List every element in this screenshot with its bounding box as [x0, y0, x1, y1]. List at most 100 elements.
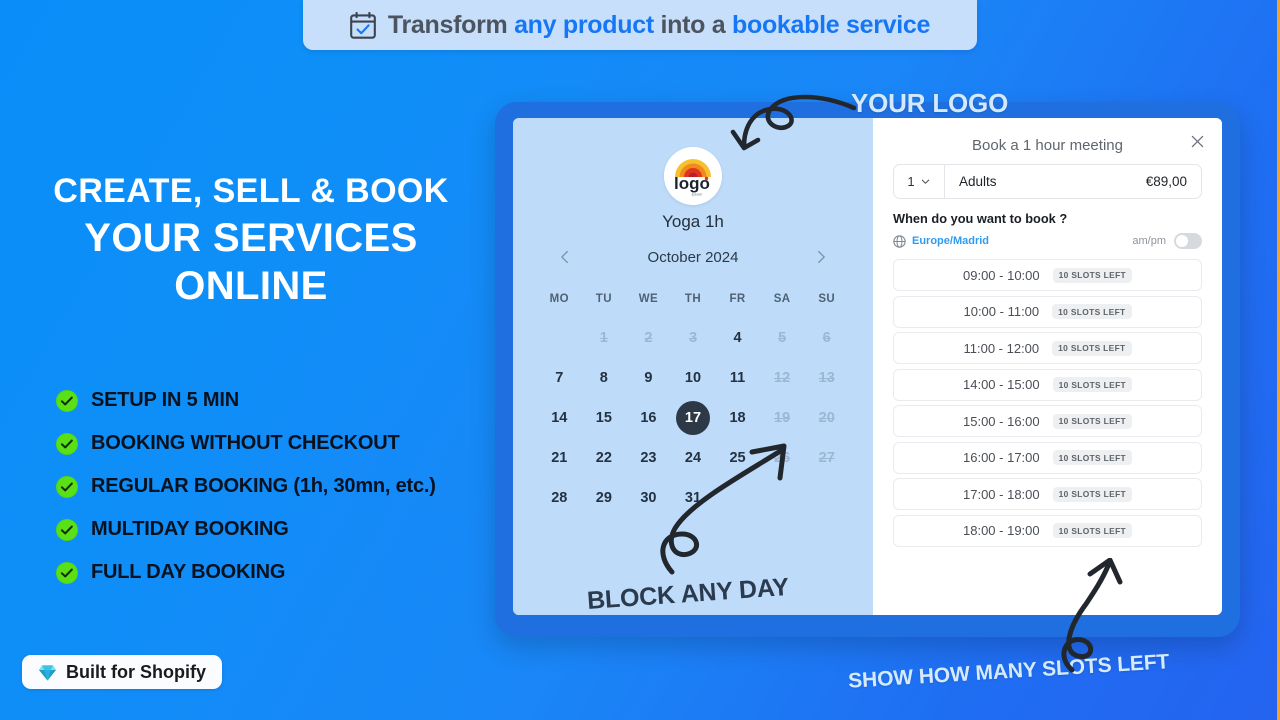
timezone-row: Europe/Madrid am/pm: [893, 232, 1202, 250]
weekday-label: SA: [773, 293, 791, 305]
chevron-left-icon[interactable]: [555, 247, 575, 267]
calendar-day-available[interactable]: 30: [631, 481, 665, 515]
calendar-day-available[interactable]: 24: [676, 441, 710, 475]
diamond-icon: [38, 663, 57, 682]
tagline-part-4: bookable service: [732, 10, 931, 39]
calendar-day-cell: 7: [537, 358, 582, 398]
feature-label: BOOKING WITHOUT CHECKOUT: [91, 432, 400, 454]
timeslot-availability-badge: 10 SLOTS LEFT: [1052, 413, 1132, 429]
variant-row: 1 Adults €89,00: [893, 164, 1202, 199]
feature-label: REGULAR BOOKING (1h, 30mn, etc.): [91, 475, 436, 497]
calendar-day-cell: 26: [760, 438, 805, 478]
calendar-day-available[interactable]: 23: [631, 441, 665, 475]
calendar-day-available[interactable]: 18: [721, 401, 755, 435]
timeslot-time: 16:00 - 17:00: [963, 450, 1040, 465]
timeslot-time: 17:00 - 18:00: [963, 486, 1040, 502]
feature-item: FULL DAY BOOKING: [56, 561, 436, 584]
calendar-weekday-header: MO TU WE TH FR SA SU: [537, 293, 849, 305]
timeslot-time: 09:00 - 10:00: [963, 267, 1040, 283]
timeslot-availability-badge: 10 SLOTS LEFT: [1052, 523, 1132, 538]
calendar-day-disabled: 26: [774, 450, 791, 466]
calendar-day-available[interactable]: 11: [721, 361, 755, 395]
calendar-day-cell: 10: [671, 358, 716, 398]
calendar-day-cell: 28: [537, 478, 582, 518]
calendar-month-nav: October 2024: [555, 243, 831, 271]
timeslot-availability-badge: 10 SLOTS LEFT: [1052, 377, 1132, 392]
calendar-day-cell: 21: [537, 438, 582, 478]
calendar-day-disabled: 2: [644, 330, 653, 346]
calendar-day-cell: 6: [804, 318, 849, 358]
calendar-day-available[interactable]: 9: [631, 361, 665, 395]
timeslot-item[interactable]: 18:00 - 19:00 10 SLOTS LEFT: [893, 514, 1202, 547]
timeslot-item[interactable]: 11:00 - 12:00 10 SLOTS LEFT: [893, 332, 1202, 364]
calendar-day-available[interactable]: 29: [587, 481, 621, 515]
booking-pane: Book a 1 hour meeting 1 Adults €89,00 Wh…: [873, 118, 1222, 615]
calendar-day-cell: 17: [671, 398, 716, 438]
headline-line-1: CREATE, SELL & BOOK: [53, 172, 449, 210]
tagline-text: Transform any product into a bookable se…: [387, 10, 931, 40]
calendar-check-icon: [350, 11, 376, 39]
headline-line-2: YOUR SERVICES: [84, 216, 418, 261]
calendar-day-available[interactable]: 16: [631, 401, 665, 435]
calendar-day-disabled: 6: [822, 330, 831, 346]
calendar-day-available[interactable]: 21: [542, 441, 576, 475]
chevron-down-icon: [920, 176, 931, 187]
calendar-day-cell: 15: [582, 398, 627, 438]
feature-item: REGULAR BOOKING (1h, 30mn, etc.): [56, 475, 436, 498]
calendar-day-available[interactable]: 8: [587, 361, 621, 395]
promo-banner-image: Transform any product into a bookable se…: [0, 0, 1280, 720]
calendar-day-disabled: 20: [818, 410, 835, 426]
weekday-label: TH: [684, 293, 702, 305]
ampm-label: am/pm: [1132, 235, 1166, 247]
calendar-day-available[interactable]: 10: [676, 361, 710, 395]
weekday-label: TU: [595, 293, 612, 305]
feature-item: BOOKING WITHOUT CHECKOUT: [56, 432, 436, 455]
timezone-link[interactable]: Europe/Madrid: [912, 235, 989, 247]
calendar-day-available[interactable]: 31: [676, 481, 710, 515]
app-preview-frame: logo ipsum Yoga 1h October 2024 MO TU WE…: [495, 102, 1240, 637]
calendar-day-available[interactable]: 28: [542, 481, 576, 515]
weekday-label: MO: [549, 293, 569, 305]
chevron-right-icon[interactable]: [811, 247, 831, 267]
calendar-day-disabled: 1: [599, 330, 608, 346]
timeslot-time: 14:00 - 15:00: [963, 377, 1040, 392]
calendar-day-cell: 9: [626, 358, 671, 398]
calendar-day-cell: 8: [582, 358, 627, 398]
timeslot-item[interactable]: 09:00 - 10:00 10 SLOTS LEFT: [893, 259, 1202, 291]
calendar-day-available[interactable]: 15: [587, 401, 621, 435]
check-circle-icon: [56, 475, 78, 498]
calendar-day-cell: 23: [626, 438, 671, 478]
calendar-day-available[interactable]: 7: [542, 361, 576, 395]
calendar-day-cell: 29: [582, 478, 627, 518]
calendar-day-selected[interactable]: 17: [675, 401, 710, 435]
timeslot-time: 18:00 - 19:00: [963, 523, 1040, 538]
timeslot-item[interactable]: 10:00 - 11:00 10 SLOTS LEFT: [893, 295, 1202, 328]
calendar-day-available[interactable]: 22: [587, 441, 621, 475]
check-circle-icon: [56, 389, 78, 412]
timeslot-item[interactable]: 15:00 - 16:00 10 SLOTS LEFT: [893, 405, 1202, 437]
calendar-day-available[interactable]: 4: [721, 321, 755, 355]
timeslot-availability-badge: 10 SLOTS LEFT: [1052, 450, 1132, 465]
headline-line-3: ONLINE: [174, 264, 328, 309]
calendar-day-cell: 27: [804, 438, 849, 478]
timeslot-time: 10:00 - 11:00: [963, 304, 1040, 319]
timeslot-item[interactable]: 14:00 - 15:00 10 SLOTS LEFT: [893, 368, 1202, 401]
close-icon[interactable]: [1186, 130, 1208, 152]
calendar-month-label: October 2024: [647, 248, 739, 266]
annotation-show-slots: SHOW HOW MANY SLOTS LEFT: [847, 650, 1170, 693]
tagline-part-1: Transform: [387, 10, 515, 39]
calendar-pane: logo ipsum Yoga 1h October 2024 MO TU WE…: [513, 118, 873, 615]
check-circle-icon: [56, 561, 78, 584]
timeslot-item[interactable]: 16:00 - 17:00 10 SLOTS LEFT: [893, 441, 1202, 474]
timeslot-item[interactable]: 17:00 - 18:00 10 SLOTS LEFT: [893, 478, 1202, 510]
weekday-label: SU: [818, 293, 836, 305]
calendar-day-available[interactable]: 25: [721, 441, 755, 475]
ampm-toggle[interactable]: [1174, 233, 1202, 249]
feature-list: SETUP IN 5 MIN BOOKING WITHOUT CHECKOUT …: [56, 389, 436, 584]
calendar-day-cell: 3: [671, 318, 716, 358]
feature-label: FULL DAY BOOKING: [91, 561, 286, 583]
merchant-logo: logo ipsum: [664, 147, 722, 205]
quantity-stepper[interactable]: 1: [894, 165, 945, 198]
calendar-day-available[interactable]: 14: [542, 401, 576, 435]
calendar-day-disabled: 27: [818, 450, 835, 466]
